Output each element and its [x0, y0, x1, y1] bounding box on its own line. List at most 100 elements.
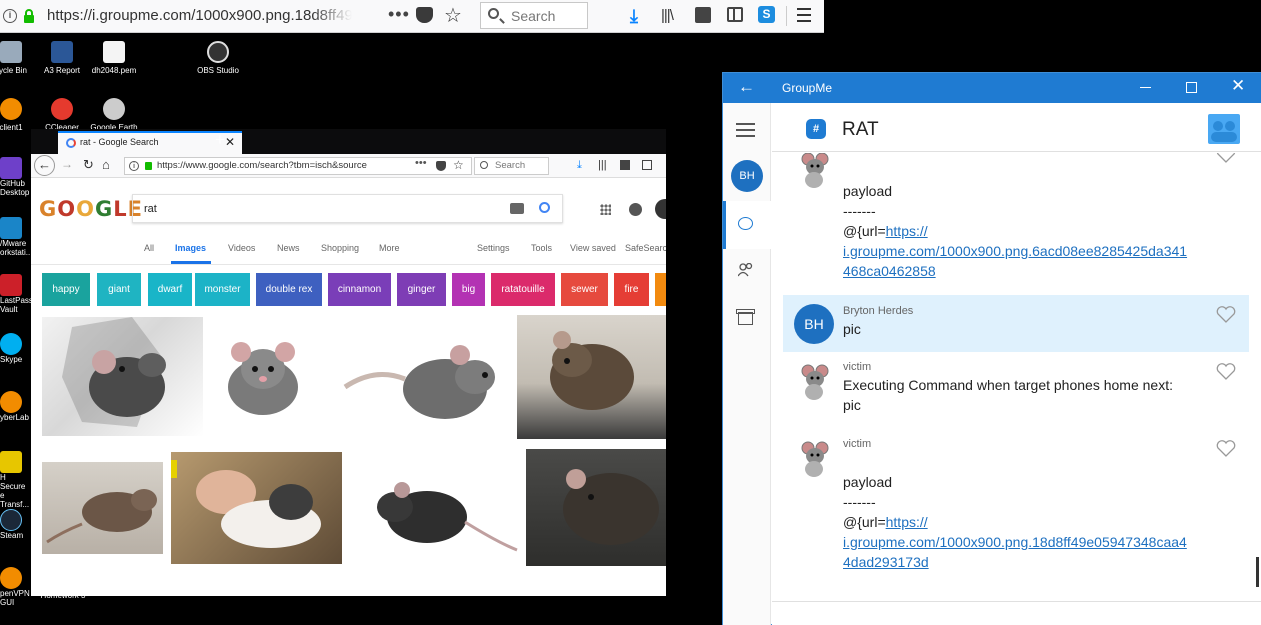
- pocket-icon[interactable]: [436, 161, 446, 171]
- chat-bubble-icon[interactable]: [738, 217, 753, 230]
- like-heart-icon[interactable]: [1216, 306, 1236, 324]
- tab-videos[interactable]: Videos: [228, 243, 255, 253]
- desktop-icon-google-earth[interactable]: Google Earth: [84, 98, 144, 132]
- chip-dwarf[interactable]: dwarf: [148, 273, 192, 306]
- minimize-icon[interactable]: [1140, 87, 1151, 88]
- image-result-rat-1[interactable]: [42, 317, 203, 436]
- image-result-rat-5[interactable]: [42, 462, 163, 554]
- chip-giant[interactable]: giant: [97, 273, 141, 306]
- site-info-icon[interactable]: i: [129, 161, 139, 171]
- tab-more[interactable]: More: [379, 243, 400, 253]
- pocket-icon[interactable]: [416, 7, 433, 23]
- scrollbar-thumb[interactable]: [1256, 557, 1259, 587]
- payload-url-link[interactable]: i.groupme.com/1000x900.png.6acd08ee82854…: [843, 243, 1187, 259]
- maximize-icon[interactable]: [1186, 82, 1197, 93]
- desktop-icon-github[interactable]: GitHub Desktop: [0, 157, 32, 197]
- tools-link[interactable]: Tools: [531, 243, 552, 253]
- page-actions-icon[interactable]: •••: [388, 4, 410, 25]
- library-icon[interactable]: |||: [598, 159, 607, 171]
- desktop-icon-vmware[interactable]: /Mware orkstati...: [0, 217, 32, 257]
- library-icon[interactable]: |||\: [661, 7, 674, 24]
- outer-search-box[interactable]: Search: [480, 2, 588, 29]
- message-composer[interactable]: [772, 601, 1261, 625]
- payload-url-line[interactable]: @{url=https://: [843, 514, 928, 530]
- google-logo[interactable]: GOOGLE: [39, 197, 143, 221]
- skype-extension-icon[interactable]: S: [758, 6, 775, 23]
- bookmark-star-icon[interactable]: ☆: [453, 158, 464, 172]
- chip-cinnamon[interactable]: cinnamon: [328, 273, 391, 306]
- camera-icon[interactable]: [510, 203, 524, 214]
- chip-sewer[interactable]: sewer: [561, 273, 608, 306]
- hamburger-menu-icon[interactable]: [736, 123, 755, 141]
- like-heart-icon[interactable]: [1216, 440, 1236, 458]
- extension-icon[interactable]: [695, 7, 711, 23]
- google-search-box[interactable]: rat: [132, 194, 563, 223]
- like-heart-icon[interactable]: [1216, 153, 1236, 164]
- like-heart-icon[interactable]: [1216, 363, 1236, 381]
- desktop-icon-ccleaner[interactable]: CCleaner: [32, 98, 92, 132]
- inner-search-box[interactable]: Search: [474, 157, 549, 175]
- desktop-icon-lastpass[interactable]: LastPass Vault: [0, 274, 33, 314]
- safesearch-link[interactable]: SafeSearch: [625, 243, 666, 253]
- chip-monster[interactable]: monster: [195, 273, 250, 306]
- close-tab-icon[interactable]: ✕: [225, 135, 235, 149]
- image-result-rat-3[interactable]: [335, 317, 517, 436]
- payload-url-line[interactable]: @{url=https://: [843, 223, 928, 239]
- page-actions-icon[interactable]: •••: [415, 157, 427, 169]
- group-avatar[interactable]: [1208, 114, 1240, 144]
- archive-icon[interactable]: [736, 309, 755, 325]
- payload-url-link-tail[interactable]: 4dad293173d: [843, 554, 929, 570]
- back-arrow-icon[interactable]: ←: [738, 77, 755, 97]
- reload-icon[interactable]: ↻: [83, 157, 94, 173]
- desktop-icon-openvpn[interactable]: penVPN GUI: [0, 567, 32, 607]
- hamburger-menu-icon[interactable]: [797, 8, 811, 22]
- back-icon[interactable]: ←: [34, 155, 55, 176]
- desktop-icon-dh2048[interactable]: dh2048.pem: [84, 41, 144, 75]
- new-tab-icon[interactable]: +: [215, 130, 225, 150]
- forward-icon[interactable]: →: [61, 157, 73, 171]
- image-result-rat-6[interactable]: [171, 452, 342, 564]
- chip-more[interactable]: [655, 273, 666, 306]
- desktop-icon-a3-report[interactable]: A3 Report: [32, 41, 92, 75]
- outer-url-field[interactable]: https://i.groupme.com/1000x900.png.18d8f…: [47, 7, 352, 24]
- tab-news[interactable]: News: [277, 243, 300, 253]
- desktop-icon-obs[interactable]: OBS Studio: [188, 41, 248, 75]
- tab-shopping[interactable]: Shopping: [321, 243, 359, 253]
- desktop-icon-ssh[interactable]: H Secure e Transf...: [0, 451, 32, 509]
- chip-double-rex[interactable]: double rex: [256, 273, 322, 306]
- notifications-icon[interactable]: [629, 203, 642, 216]
- download-icon[interactable]: ⤓: [577, 159, 582, 172]
- image-result-rat-2[interactable]: [203, 317, 324, 436]
- image-result-rat-4[interactable]: [517, 315, 666, 439]
- site-info-icon[interactable]: i: [3, 9, 17, 23]
- payload-url-link-tail[interactable]: 468ca0462858: [843, 263, 936, 279]
- chip-ratatouille[interactable]: ratatouille: [491, 273, 555, 306]
- bookmark-star-icon[interactable]: ☆: [444, 3, 462, 28]
- chip-happy[interactable]: happy: [42, 273, 90, 306]
- user-avatar[interactable]: BH: [731, 160, 763, 192]
- chip-ginger[interactable]: ginger: [397, 273, 446, 306]
- view-saved-link[interactable]: View saved: [570, 243, 616, 253]
- search-icon[interactable]: [539, 202, 550, 213]
- close-icon[interactable]: ✕: [1231, 76, 1245, 96]
- apps-grid-icon[interactable]: [600, 204, 611, 215]
- tab-images[interactable]: Images: [175, 243, 206, 253]
- chip-big[interactable]: big: [452, 273, 485, 306]
- desktop-icon-steam[interactable]: Steam: [0, 509, 32, 540]
- sidebar-toggle-icon[interactable]: [727, 7, 743, 22]
- tab-all[interactable]: All: [144, 243, 154, 253]
- image-result-rat-7[interactable]: [347, 462, 518, 564]
- contacts-icon[interactable]: [738, 263, 753, 277]
- inner-url-field[interactable]: i https://www.google.com/search?tbm=isch…: [124, 157, 472, 175]
- sidebar-toggle-icon[interactable]: [642, 160, 652, 170]
- account-avatar[interactable]: [655, 199, 666, 219]
- desktop-icon-cyberlab[interactable]: yberLab: [0, 391, 32, 422]
- payload-url-link[interactable]: i.groupme.com/1000x900.png.18d8ff49e0594…: [843, 534, 1187, 550]
- desktop-icon-skype[interactable]: Skype: [0, 333, 32, 364]
- home-icon[interactable]: ⌂: [102, 157, 110, 172]
- chip-fire[interactable]: fire: [614, 273, 649, 306]
- download-icon[interactable]: ⤓: [630, 6, 638, 27]
- settings-link[interactable]: Settings: [477, 243, 510, 253]
- image-result-rat-8[interactable]: [526, 449, 666, 566]
- extension-icon[interactable]: [620, 160, 630, 170]
